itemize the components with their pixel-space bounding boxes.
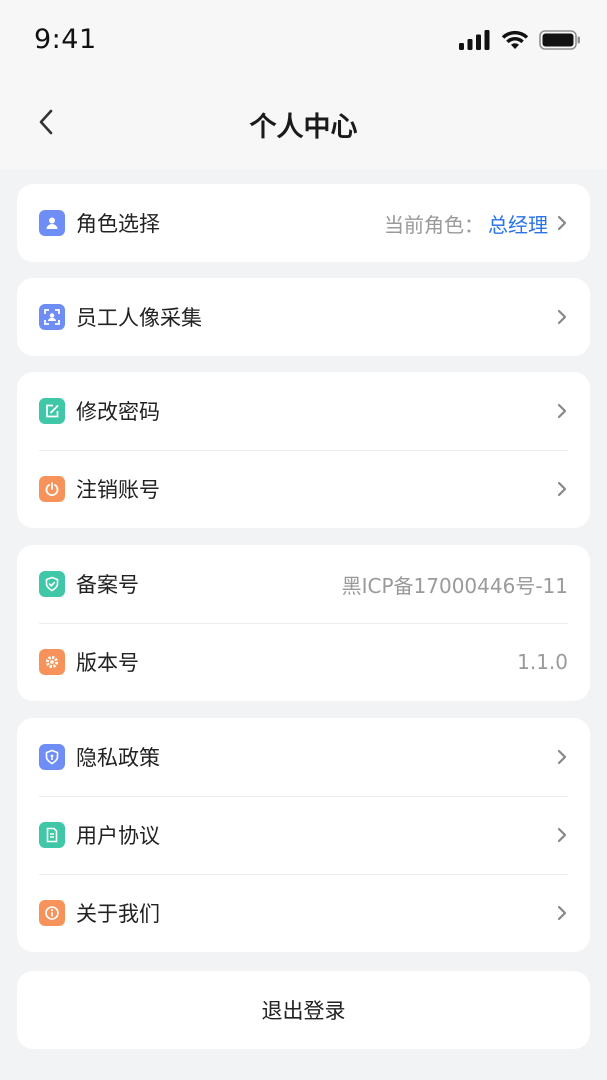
page-title: 个人中心 bbox=[249, 112, 358, 143]
status-icons bbox=[459, 27, 581, 53]
chevron-right-icon bbox=[557, 749, 567, 765]
face-scan-icon bbox=[39, 304, 65, 330]
version-row: 版本号 1.1.0 bbox=[17, 623, 590, 701]
icp-value: 黑ICP备17000446号-11 bbox=[341, 573, 568, 598]
version-value: 1.1.0 bbox=[517, 650, 568, 674]
chevron-right-icon bbox=[557, 309, 567, 325]
top-area: 9:41 个人中心 bbox=[0, 0, 607, 169]
face-capture-label: 员工人像采集 bbox=[76, 306, 202, 330]
about-us-row[interactable]: 关于我们 bbox=[17, 874, 590, 952]
battery-icon bbox=[539, 30, 580, 50]
wifi-icon bbox=[501, 30, 529, 49]
shield-icon bbox=[39, 744, 65, 770]
nav-bar: 个人中心 bbox=[0, 80, 607, 169]
shield-check-icon bbox=[39, 571, 65, 597]
user-icon bbox=[39, 210, 65, 236]
deactivate-account-right bbox=[548, 480, 568, 498]
about-us-right bbox=[548, 904, 568, 922]
status-bar: 9:41 bbox=[0, 0, 607, 80]
change-password-right bbox=[548, 402, 568, 420]
privacy-policy-right bbox=[548, 748, 568, 766]
chevron-right-icon bbox=[557, 403, 567, 419]
logout-label: 退出登录 bbox=[261, 999, 346, 1023]
role-current-value: 总经理 bbox=[488, 212, 548, 237]
about-us-label: 关于我们 bbox=[76, 902, 160, 926]
role-select-label: 角色选择 bbox=[76, 212, 160, 236]
user-agreement-label: 用户协议 bbox=[76, 824, 160, 848]
document-icon bbox=[39, 822, 65, 848]
face-capture-right bbox=[548, 308, 568, 326]
chevron-right-icon bbox=[557, 215, 567, 231]
info-icon bbox=[39, 900, 65, 926]
face-card: 员工人像采集 bbox=[17, 278, 590, 356]
user-agreement-row[interactable]: 用户协议 bbox=[17, 796, 590, 874]
status-time: 9:41 bbox=[34, 24, 97, 55]
role-select-row[interactable]: 角色选择 当前角色： 总经理 bbox=[17, 184, 590, 262]
chevron-right-icon bbox=[557, 481, 567, 497]
icp-row: 备案号 黑ICP备17000446号-11 bbox=[17, 545, 590, 623]
account-card: 修改密码 注销账号 bbox=[17, 372, 590, 528]
legal-card: 隐私政策 用户协议 关于我们 bbox=[17, 718, 590, 952]
role-current-prefix: 当前角色： bbox=[384, 212, 484, 237]
info-card: 备案号 黑ICP备17000446号-11 版本号 1.1.0 bbox=[17, 545, 590, 701]
logout-button[interactable]: 退出登录 bbox=[17, 971, 590, 1049]
change-password-row[interactable]: 修改密码 bbox=[17, 372, 590, 450]
version-label: 版本号 bbox=[76, 651, 139, 675]
privacy-policy-label: 隐私政策 bbox=[76, 746, 160, 770]
icp-label: 备案号 bbox=[76, 573, 139, 597]
privacy-policy-row[interactable]: 隐私政策 bbox=[17, 718, 590, 796]
power-icon bbox=[39, 476, 65, 502]
role-card: 角色选择 当前角色： 总经理 bbox=[17, 184, 590, 262]
signal-icon bbox=[459, 30, 490, 50]
chevron-right-icon bbox=[557, 905, 567, 921]
face-capture-row[interactable]: 员工人像采集 bbox=[17, 278, 590, 356]
change-password-label: 修改密码 bbox=[76, 400, 160, 424]
role-current: 当前角色： 总经理 bbox=[384, 209, 568, 238]
deactivate-account-row[interactable]: 注销账号 bbox=[17, 450, 590, 528]
deactivate-account-label: 注销账号 bbox=[76, 478, 160, 502]
chevron-right-icon bbox=[557, 827, 567, 843]
gear-icon bbox=[39, 649, 65, 675]
edit-icon bbox=[39, 398, 65, 424]
user-agreement-right bbox=[548, 826, 568, 844]
